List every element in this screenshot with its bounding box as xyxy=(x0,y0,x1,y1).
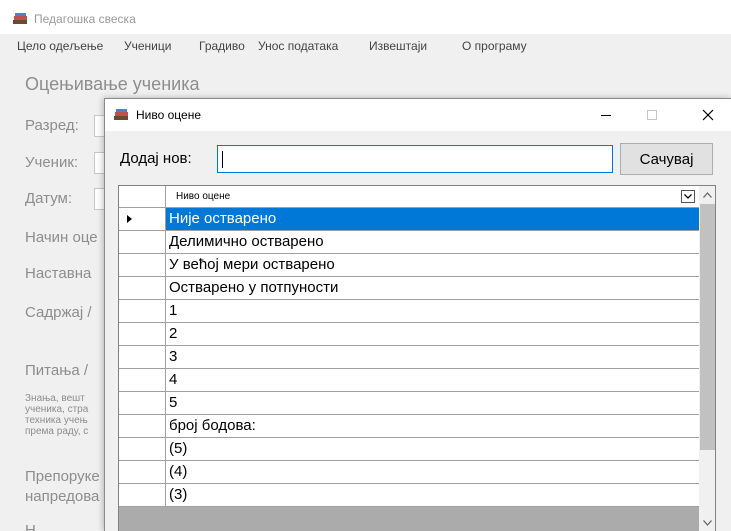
form-heading: Оцењивање ученика xyxy=(25,74,200,94)
row-header[interactable] xyxy=(119,484,166,507)
menu-item-curriculum[interactable]: Градиво xyxy=(199,39,245,53)
table-row[interactable]: У већој мери остварено xyxy=(119,254,699,277)
table-cell[interactable]: (3) xyxy=(166,484,699,507)
dialog-title: Ниво оцене xyxy=(136,108,202,122)
table-row[interactable]: 4 xyxy=(119,369,699,392)
menu-item-data-entry[interactable]: Унос података xyxy=(258,39,338,53)
row-header[interactable] xyxy=(119,208,166,231)
method-label: Начин оце xyxy=(25,229,98,246)
chevron-down-icon xyxy=(684,194,692,199)
table-row[interactable]: број бодова: xyxy=(119,415,699,438)
table-cell[interactable]: 3 xyxy=(166,346,699,369)
row-header[interactable] xyxy=(119,415,166,438)
date-label: Датум: xyxy=(25,190,73,207)
grade-level-dialog: Ниво оцене Додај нов: Сачувај Ниво оцене… xyxy=(104,98,731,531)
row-header[interactable] xyxy=(119,461,166,484)
books-icon xyxy=(13,13,27,24)
table-row[interactable]: (4) xyxy=(119,461,699,484)
scroll-up-button[interactable] xyxy=(699,186,715,203)
menu-item-whole-class[interactable]: Цело одељење xyxy=(17,39,103,53)
table-cell[interactable]: (5) xyxy=(166,438,699,461)
maximize-button[interactable] xyxy=(629,99,675,131)
grade-level-grid[interactable]: Ниво оцене Није остварено Делимично оства… xyxy=(118,185,716,531)
menu-item-reports[interactable]: Извештаји xyxy=(369,39,427,53)
scroll-thumb[interactable] xyxy=(700,204,715,450)
row-header[interactable] xyxy=(119,231,166,254)
row-header[interactable] xyxy=(119,369,166,392)
student-label: Ученик: xyxy=(25,154,79,171)
table-row[interactable]: 3 xyxy=(119,346,699,369)
table-cell[interactable]: Остварено у потпуности xyxy=(166,277,699,300)
row-header[interactable] xyxy=(119,346,166,369)
skills-text-line: техника учењ xyxy=(25,415,88,426)
row-header[interactable] xyxy=(119,323,166,346)
table-cell[interactable]: У већој мери остварено xyxy=(166,254,699,277)
table-row[interactable]: 2 xyxy=(119,323,699,346)
table-cell[interactable]: Није остварено xyxy=(166,208,699,231)
minimize-icon xyxy=(601,115,611,116)
save-button[interactable]: Сачувај xyxy=(620,143,713,175)
teaching-label: Наставна xyxy=(25,265,92,282)
row-header[interactable] xyxy=(119,300,166,323)
row-header[interactable] xyxy=(119,392,166,415)
skills-text-line: Знања, вешт xyxy=(25,393,85,404)
partial-label: Н xyxy=(25,522,36,531)
table-cell[interactable]: 1 xyxy=(166,300,699,323)
add-new-label: Додај нов: xyxy=(120,150,192,167)
table-cell[interactable]: 4 xyxy=(166,369,699,392)
table-row[interactable]: (3) xyxy=(119,484,699,507)
recommendation-label: Препоруке xyxy=(25,468,100,485)
table-cell[interactable]: 5 xyxy=(166,392,699,415)
table-row[interactable]: Остварено у потпуности xyxy=(119,277,699,300)
table-cell[interactable]: 2 xyxy=(166,323,699,346)
skills-text-line: ученика, стра xyxy=(25,404,89,415)
table-cell[interactable]: број бодова: xyxy=(166,415,699,438)
row-header[interactable] xyxy=(119,438,166,461)
questions-label: Питања / xyxy=(25,362,89,379)
column-header-grade-level[interactable]: Ниво оцене xyxy=(166,186,699,208)
table-row[interactable]: Није остварено xyxy=(119,208,699,231)
table-cell[interactable]: Делимично остварено xyxy=(166,231,699,254)
menu-item-about[interactable]: О програму xyxy=(462,39,527,53)
scroll-down-button[interactable] xyxy=(699,514,715,531)
chevron-down-icon xyxy=(703,519,712,526)
table-cell[interactable]: (4) xyxy=(166,461,699,484)
chevron-up-icon xyxy=(703,191,712,198)
grade-label: Разред: xyxy=(25,117,79,134)
add-new-input[interactable] xyxy=(217,145,613,173)
content-label: Садржај / xyxy=(25,304,92,321)
row-header[interactable] xyxy=(119,277,166,300)
table-row[interactable]: 5 xyxy=(119,392,699,415)
maximize-icon xyxy=(647,110,657,120)
table-row[interactable]: 1 xyxy=(119,300,699,323)
skills-text-line: према раду, с xyxy=(25,426,89,437)
close-button[interactable] xyxy=(685,99,731,131)
menu-item-students[interactable]: Ученици xyxy=(124,39,171,53)
dialog-title-bar: Ниво оцене xyxy=(105,99,731,131)
current-row-arrow-icon xyxy=(127,215,132,223)
main-title-bar: Педагошка свеска xyxy=(0,0,731,34)
column-header-label: Ниво оцене xyxy=(176,191,231,202)
column-filter-button[interactable] xyxy=(681,190,695,203)
text-caret xyxy=(222,151,223,168)
close-icon xyxy=(702,109,714,121)
vertical-scrollbar[interactable] xyxy=(699,186,715,531)
menu-bar: Цело одељење Ученици Градиво Унос подата… xyxy=(0,34,731,60)
minimize-button[interactable] xyxy=(583,99,629,131)
table-row[interactable]: Делимично остварено xyxy=(119,231,699,254)
books-icon xyxy=(114,109,128,120)
table-row[interactable]: (5) xyxy=(119,438,699,461)
row-header[interactable] xyxy=(119,254,166,277)
grid-corner-header[interactable] xyxy=(119,186,166,208)
progress-label: напредова xyxy=(25,488,100,505)
app-title: Педагошка свеска xyxy=(34,12,136,26)
